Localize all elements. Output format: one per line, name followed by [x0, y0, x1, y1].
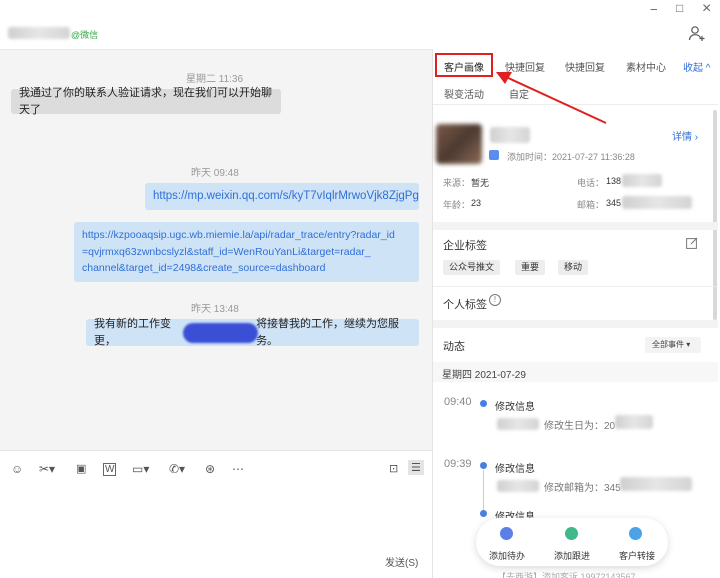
image-icon[interactable]: ▣: [76, 462, 86, 475]
folder-icon[interactable]: ▭▾: [132, 462, 149, 476]
info-icon[interactable]: !: [489, 294, 501, 306]
message-job-change: 我有新的工作变更， 将接替我的工作，继续为您服务。: [86, 318, 419, 347]
corp-tag-3: 移动: [558, 260, 589, 275]
annotation-arrow: [496, 72, 607, 124]
avatar: [436, 124, 482, 164]
tab-collapse[interactable]: 收起 ^: [683, 59, 710, 74]
timestamp-3: 昨天 13:48: [191, 304, 239, 315]
panel-scrollbar[interactable]: [713, 110, 717, 320]
customer-transfer-button[interactable]: 客户转接: [619, 549, 655, 562]
edit-icon[interactable]: [686, 237, 698, 249]
send-button[interactable]: 发送(S): [385, 554, 418, 569]
event-2-time: 09:39: [444, 458, 472, 470]
contact-name: [8, 27, 70, 39]
transfer-icon[interactable]: [629, 527, 642, 540]
tab-active-highlight: [435, 53, 493, 77]
add-contact-icon[interactable]: [688, 25, 706, 43]
corp-tags-title: 企业标签: [443, 240, 487, 252]
event-2-title: 修改信息: [495, 464, 535, 475]
event-1-title: 修改信息: [495, 402, 535, 413]
panel-divider: [432, 50, 433, 578]
add-todo-button[interactable]: 添加待办: [489, 549, 525, 562]
minimize-button[interactable]: −: [650, 2, 658, 17]
partial-event-text: 【去西游】添加客诉 19972143567: [497, 572, 636, 578]
emoji-icon[interactable]: ☺: [11, 462, 23, 476]
phone-value: 138: [606, 176, 622, 186]
message-bubble-system: 我通过了你的联系人验证请求，现在我们可以开始聊天了: [11, 87, 281, 116]
message-link-1[interactable]: https://mp.weixin.qq.com/s/kyT7vIqlrMrwo…: [145, 183, 419, 210]
age-label: 年龄：: [443, 200, 471, 210]
followup-icon[interactable]: [565, 527, 578, 540]
event-1-actor: [497, 418, 539, 430]
collapse-label: 收起: [683, 63, 703, 74]
add-followup-button[interactable]: 添加跟进: [554, 549, 590, 562]
scissors-icon[interactable]: ✂▾: [39, 462, 55, 476]
timeline-dot-2: [480, 462, 487, 469]
event-1-redacted: [615, 415, 653, 429]
email-redacted: [622, 196, 692, 209]
age-value: 23: [471, 198, 482, 208]
email-value: 345: [606, 198, 622, 208]
word-file-icon[interactable]: W: [103, 463, 117, 476]
section-separator-2: [433, 320, 718, 328]
phone-icon[interactable]: ✆▾: [169, 462, 185, 476]
timeline-dot-1: [480, 400, 487, 407]
close-button[interactable]: ×: [702, 0, 711, 18]
tab-fission-activity[interactable]: 裂变活动: [444, 86, 484, 101]
add-time: 添加时间：2021-07-27 11:36:28: [507, 152, 635, 162]
input-divider: [0, 450, 433, 451]
timestamp-1: 星期二 11:36: [186, 74, 244, 85]
corp-tag-1: 公众号推文: [443, 260, 501, 275]
todo-icon[interactable]: [500, 527, 513, 540]
event-2-detail: 修改邮箱为：345: [544, 483, 621, 494]
phone-label: 电话：: [577, 178, 605, 188]
tab-material-center[interactable]: 素材中心: [626, 59, 666, 74]
message-job-change-suffix: 将接替我的工作，继续为您服务。: [256, 317, 400, 347]
message-job-change-prefix: 我有新的工作变更，: [94, 317, 171, 347]
more-icon[interactable]: ⋯: [232, 462, 244, 476]
detail-label: 详情: [672, 132, 692, 143]
red-packet-icon[interactable]: ⊛: [205, 462, 215, 476]
dynamics-title: 动态: [443, 341, 465, 353]
corp-tag-2: 重要: [515, 260, 546, 275]
contact-source-tag: @微信: [71, 30, 99, 40]
dynamics-filter-label: 全部事件: [652, 340, 684, 349]
source-label: 来源：: [443, 178, 471, 188]
source-value: 暂无: [471, 178, 490, 188]
side-panel-toggle-icon[interactable]: ☰: [408, 460, 424, 475]
section-separator-1: [433, 222, 718, 230]
timeline-dot-3: [480, 510, 487, 517]
personal-tags-title: 个人标签: [443, 299, 487, 311]
screen-share-icon[interactable]: ⊡: [389, 462, 398, 475]
maximize-button[interactable]: □: [676, 1, 683, 15]
timestamp-2: 昨天 09:48: [191, 168, 239, 179]
redacted-mention: [182, 322, 259, 343]
dynamics-filter[interactable]: 全部事件 ▾: [645, 337, 701, 353]
detail-link[interactable]: 详情 ›: [672, 128, 698, 143]
event-1-time: 09:40: [444, 396, 472, 408]
event-2-actor: [497, 480, 539, 492]
wechat-badge-icon: [489, 150, 499, 160]
phone-redacted: [622, 174, 662, 187]
event-2-redacted: [620, 477, 692, 491]
tags-divider: [433, 286, 718, 287]
customer-name: [490, 127, 530, 143]
message-link-2[interactable]: https://kzpooaqsip.ugc.wb.miemie.la/api/…: [74, 222, 419, 282]
email-label: 邮箱：: [577, 200, 605, 210]
timeline-line: [483, 470, 484, 515]
event-1-detail: 修改生日为：20: [544, 421, 616, 432]
date-label: 星期四 2021-07-29: [442, 370, 526, 381]
